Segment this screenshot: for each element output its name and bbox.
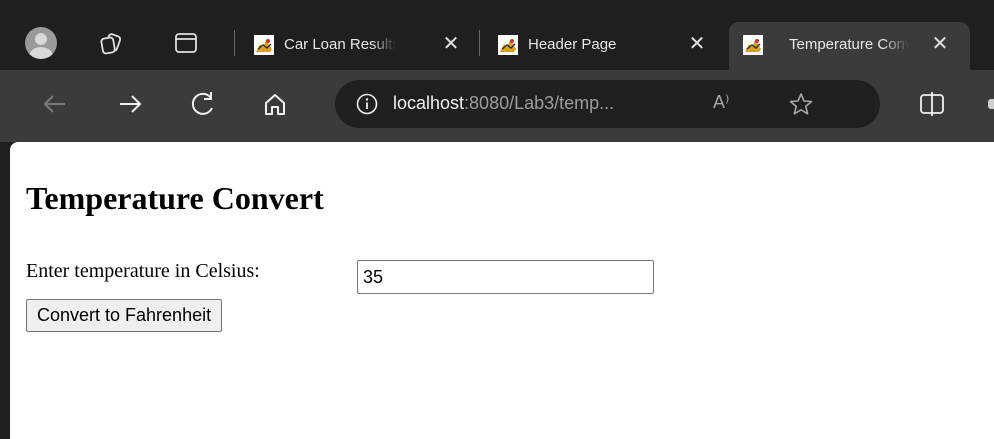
- tab-car-loan-results[interactable]: Car Loan Results ✕: [240, 22, 478, 70]
- page-viewport: Temperature Convert Enter temperature in…: [10, 142, 994, 439]
- close-tab-icon[interactable]: ✕: [440, 33, 462, 55]
- tab-title: Temperature Convert: [789, 36, 909, 53]
- browser-window: Car Loan Results ✕ Header Page ✕ Tempera…: [0, 0, 994, 439]
- page-title: Temperature Convert: [26, 180, 324, 216]
- workspaces-icon[interactable]: [98, 30, 124, 56]
- tab-temperature-convert[interactable]: Temperature Convert ✕: [729, 22, 970, 70]
- more-options-icon[interactable]: [988, 99, 994, 109]
- info-icon[interactable]: [355, 92, 379, 116]
- forward-arrow-icon[interactable]: [112, 86, 148, 122]
- tab-title: Car Loan Results: [284, 36, 396, 53]
- address-bar[interactable]: localhost:8080/Lab3/temp... A⁾: [335, 80, 880, 128]
- tab-title: Header Page: [528, 36, 617, 53]
- close-tab-icon[interactable]: ✕: [929, 33, 951, 55]
- home-icon[interactable]: [257, 86, 293, 122]
- close-tab-icon[interactable]: ✕: [686, 33, 708, 55]
- back-arrow-icon[interactable]: [37, 86, 73, 122]
- tab-actions-icon[interactable]: [173, 30, 199, 56]
- tab-separator: [479, 30, 480, 56]
- tab-strip: Car Loan Results ✕ Header Page ✕ Tempera…: [0, 0, 994, 70]
- convert-button[interactable]: Convert to Fahrenheit: [26, 299, 223, 332]
- url-path: :8080/Lab3/temp...: [464, 93, 615, 113]
- star-icon[interactable]: [788, 91, 814, 117]
- url-text[interactable]: localhost:8080/Lab3/temp...: [393, 93, 614, 114]
- tomcat-favicon-icon: [498, 35, 518, 55]
- refresh-icon[interactable]: [185, 86, 221, 122]
- profile-avatar-icon[interactable]: [25, 27, 57, 59]
- browser-toolbar: localhost:8080/Lab3/temp... A⁾: [0, 70, 994, 142]
- celsius-label: Enter temperature in Celsius:: [26, 260, 260, 282]
- celsius-input[interactable]: [357, 260, 654, 294]
- split-screen-icon[interactable]: [917, 90, 947, 118]
- tab-header-page[interactable]: Header Page ✕: [484, 22, 722, 70]
- read-aloud-icon[interactable]: A⁾: [713, 92, 741, 116]
- tomcat-favicon-icon: [254, 35, 274, 55]
- tab-separator: [234, 30, 235, 56]
- url-host: localhost: [393, 93, 465, 113]
- tomcat-favicon-icon: [743, 35, 763, 55]
